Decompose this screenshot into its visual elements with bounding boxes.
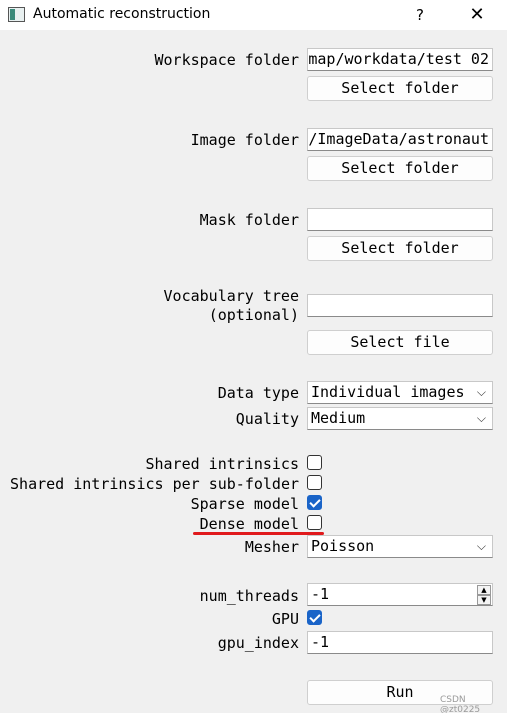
vocab-tree-input[interactable] — [307, 294, 493, 317]
mask-folder-input[interactable] — [307, 208, 493, 231]
mask-select-folder-button[interactable]: Select folder — [307, 236, 493, 261]
chevron-down-icon: ⌵ — [476, 385, 486, 399]
gpu-label: GPU — [271, 610, 299, 628]
sparse-model-label: Sparse model — [190, 495, 299, 513]
shared-intrinsics-subfolder-checkbox[interactable] — [307, 475, 322, 490]
vocab-select-file-button[interactable]: Select file — [307, 330, 493, 355]
help-button[interactable]: ? — [408, 3, 432, 27]
gpu-checkbox[interactable] — [307, 610, 322, 625]
mask-folder-label: Mask folder — [199, 211, 299, 229]
mesher-select[interactable]: Poisson ⌵ — [307, 535, 493, 558]
dense-model-label: Dense model — [199, 515, 299, 533]
data-type-label: Data type — [217, 384, 299, 402]
shared-intrinsics-checkbox[interactable] — [307, 455, 322, 470]
gpu-index-label: gpu_index — [217, 634, 299, 652]
shared-intrinsics-subfolder-label: Shared intrinsics per sub-folder — [10, 475, 299, 493]
shared-intrinsics-label: Shared intrinsics — [145, 455, 299, 473]
image-select-folder-button[interactable]: Select folder — [307, 156, 493, 181]
quality-label: Quality — [235, 410, 299, 428]
num-threads-label: num_threads — [199, 587, 299, 605]
mesher-label: Mesher — [244, 538, 299, 556]
spin-down-arrow-icon[interactable]: ▼ — [477, 595, 491, 605]
data-type-value: Individual images — [311, 383, 465, 401]
num-threads-spinbox[interactable]: -1 — [307, 583, 493, 606]
workspace-folder-input[interactable]: C:/colmap/workdata/test 02 — [307, 48, 493, 71]
workspace-folder-label: Workspace folder — [154, 51, 300, 69]
image-folder-input[interactable]: C:/colmap/ImageData/astronaut — [307, 128, 493, 151]
title-bar: Automatic reconstruction ? ✕ — [0, 0, 507, 30]
dense-model-checkbox[interactable] — [307, 515, 322, 530]
sparse-model-checkbox[interactable] — [307, 495, 322, 510]
app-icon — [8, 7, 25, 22]
vocab-tree-optional-label: (optional) — [208, 306, 299, 324]
watermark: CSDN @zt0225 — [440, 695, 481, 713]
image-folder-label: Image folder — [190, 131, 299, 149]
mesher-value: Poisson — [311, 537, 375, 555]
gpu-index-input[interactable]: -1 — [307, 631, 493, 654]
red-underline-annotation — [193, 532, 324, 535]
chevron-down-icon: ⌵ — [476, 411, 486, 425]
quality-value: Medium — [311, 409, 366, 427]
quality-select[interactable]: Medium ⌵ — [307, 407, 493, 430]
spin-up-arrow-icon[interactable]: ▲ — [477, 585, 491, 595]
workspace-select-folder-button[interactable]: Select folder — [307, 76, 493, 101]
num-threads-value: -1 — [311, 585, 330, 603]
close-button[interactable]: ✕ — [462, 3, 492, 27]
vocab-tree-label: Vocabulary tree — [163, 287, 299, 305]
data-type-select[interactable]: Individual images ⌵ — [307, 381, 493, 404]
chevron-down-icon: ⌵ — [476, 539, 486, 553]
window-title: Automatic reconstruction — [33, 6, 211, 22]
